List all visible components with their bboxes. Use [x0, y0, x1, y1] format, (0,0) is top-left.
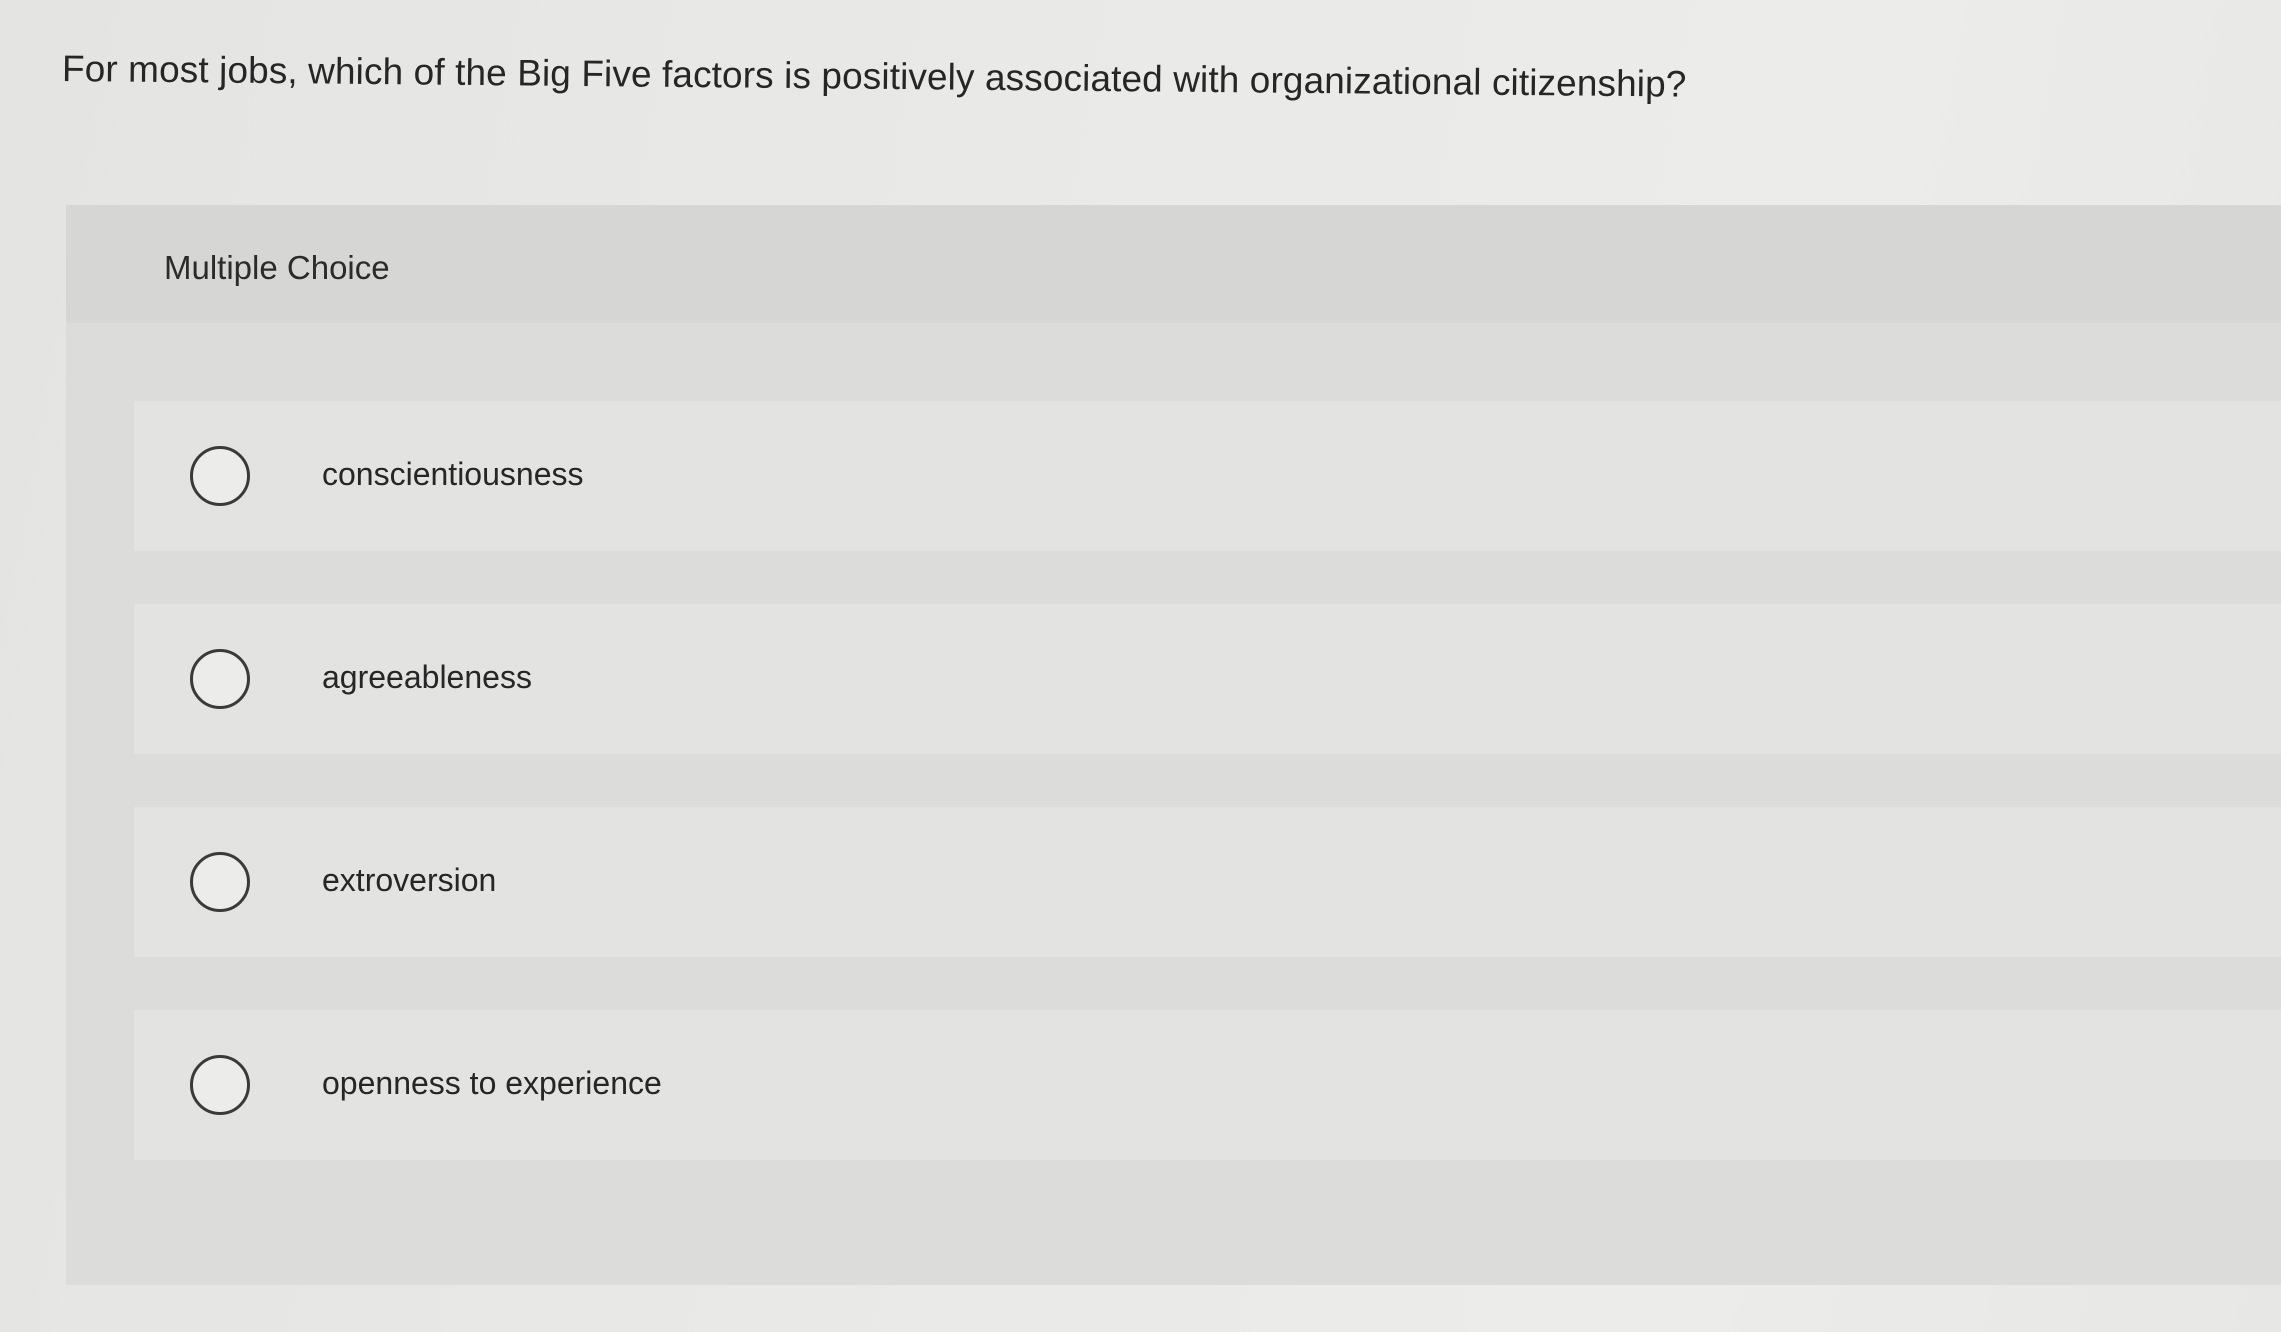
answer-option-label: extroversion: [322, 862, 497, 898]
answer-option-label: openness to experience: [322, 1065, 662, 1101]
radio-unchecked-icon[interactable]: [190, 649, 250, 709]
answer-option-openness-to-experience[interactable]: openness to experience: [134, 1010, 2281, 1160]
multiple-choice-panel: Multiple Choice conscientiousness agreea…: [66, 205, 2281, 1285]
answer-option-label: agreeableness: [322, 659, 532, 695]
multiple-choice-header: Multiple Choice: [66, 205, 2281, 323]
answer-option-extroversion[interactable]: extroversion: [134, 807, 2281, 957]
radio-unchecked-icon[interactable]: [190, 852, 250, 912]
question-text: For most jobs, which of the Big Five fac…: [61, 48, 1687, 105]
answer-option-conscientiousness[interactable]: conscientiousness: [134, 401, 2281, 551]
radio-unchecked-icon[interactable]: [190, 1055, 250, 1115]
answer-option-agreeableness[interactable]: agreeableness: [134, 604, 2281, 754]
radio-unchecked-icon[interactable]: [190, 446, 250, 506]
multiple-choice-label: Multiple Choice: [164, 249, 390, 286]
answer-option-label: conscientiousness: [322, 456, 584, 492]
